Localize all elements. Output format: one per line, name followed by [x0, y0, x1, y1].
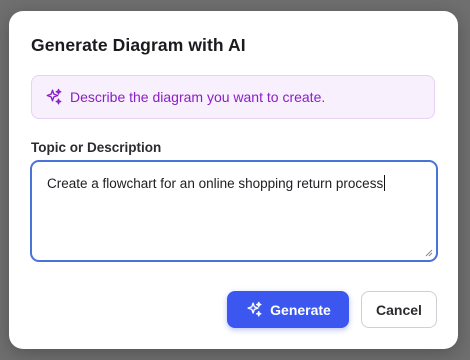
cancel-button[interactable]: Cancel: [361, 291, 437, 328]
topic-field-label: Topic or Description: [31, 140, 162, 155]
dialog-title: Generate Diagram with AI: [31, 35, 246, 55]
sparkles-icon: [245, 301, 263, 319]
generate-diagram-dialog: Generate Diagram with AI Describe the di…: [9, 11, 458, 349]
generate-button[interactable]: Generate: [227, 291, 349, 328]
text-caret: [384, 175, 386, 191]
topic-description-value: Create a flowchart for an online shoppin…: [47, 176, 384, 191]
cancel-button-label: Cancel: [376, 301, 422, 318]
hint-banner: Describe the diagram you want to create.: [31, 75, 435, 119]
sparkles-icon: [44, 87, 64, 107]
hint-text: Describe the diagram you want to create.: [70, 89, 326, 105]
resize-grip-icon[interactable]: [425, 249, 433, 257]
generate-button-label: Generate: [270, 301, 331, 318]
topic-description-textarea[interactable]: Create a flowchart for an online shoppin…: [30, 160, 438, 262]
